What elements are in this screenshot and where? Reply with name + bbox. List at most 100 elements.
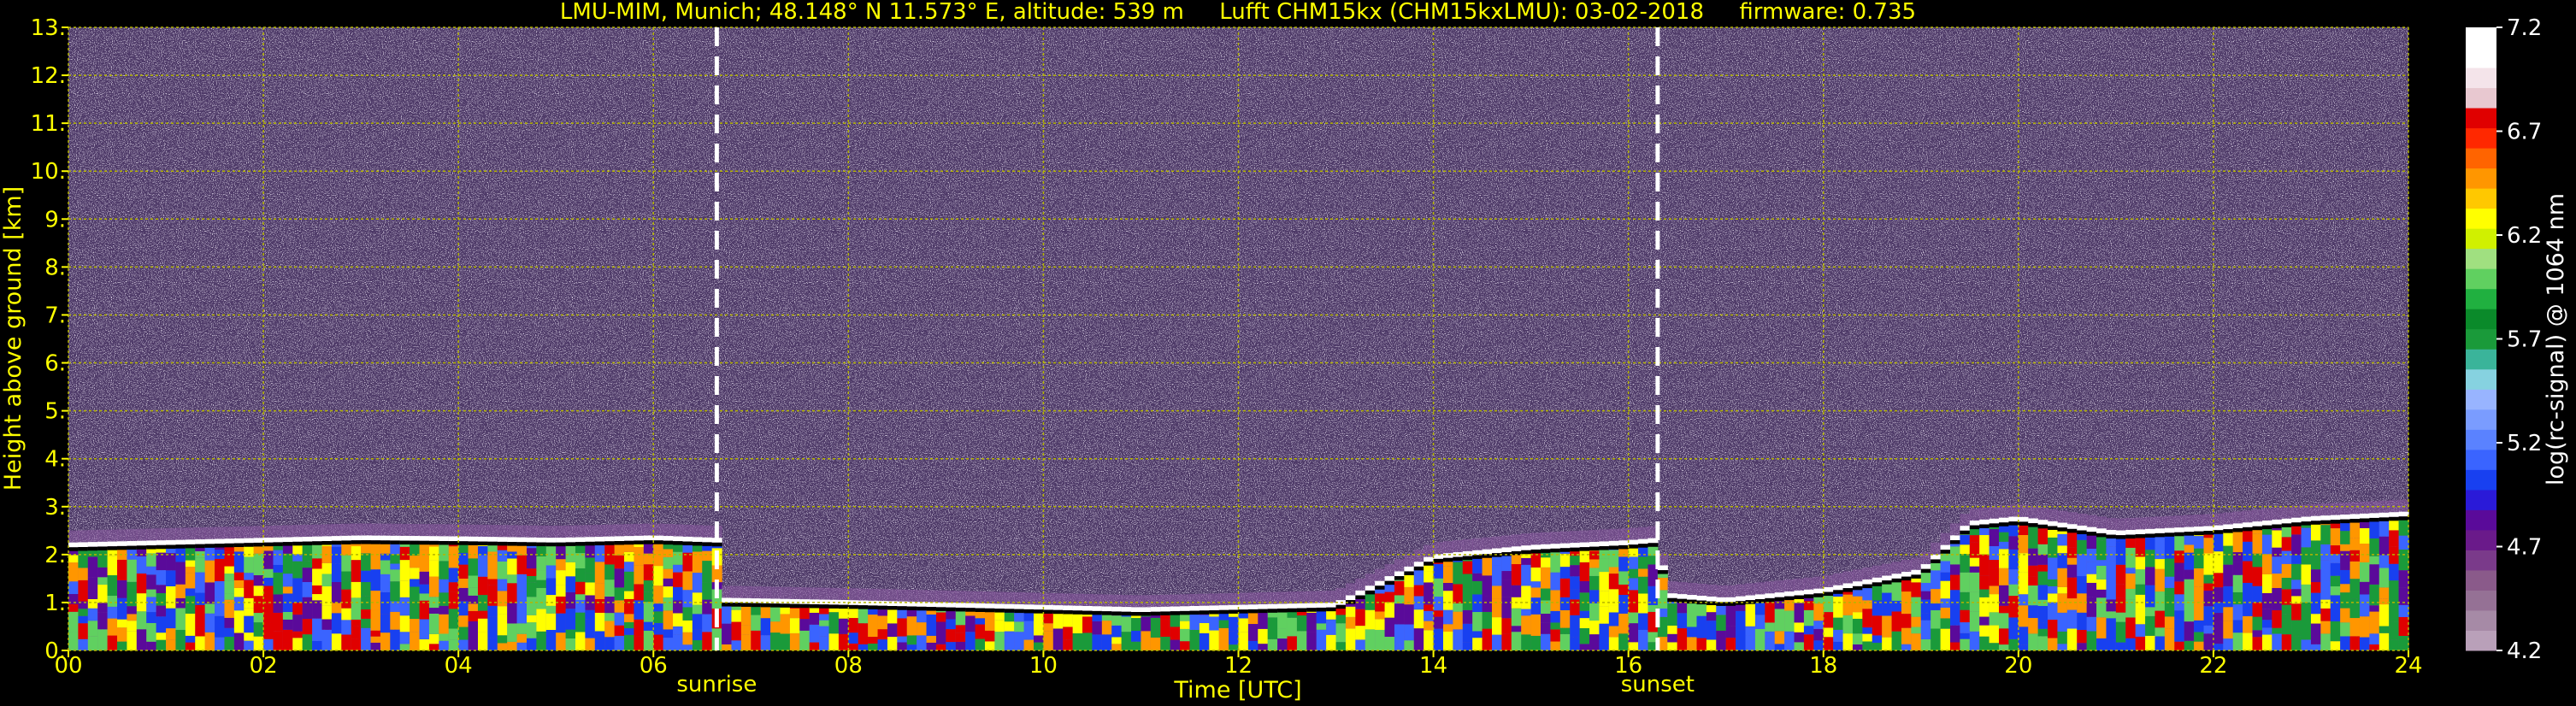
aerosol-cell xyxy=(1472,638,1483,650)
aerosol-cell xyxy=(926,614,937,636)
aerosol-cell xyxy=(419,639,430,650)
aerosol-cell xyxy=(906,616,917,636)
aerosol-cell xyxy=(789,608,800,619)
aerosol-cell xyxy=(2223,564,2234,586)
aerosol-cell xyxy=(410,556,421,568)
layer-top-edge xyxy=(643,535,654,541)
y-tick-label: 5. xyxy=(44,399,66,425)
aerosol-cell xyxy=(906,644,917,650)
aerosol-cell xyxy=(1794,603,1805,623)
layer-top-edge xyxy=(166,539,177,545)
aerosol-cell xyxy=(1784,610,1795,632)
aerosol-cell xyxy=(2077,539,2088,555)
aerosol-cell xyxy=(1082,616,1093,633)
layer-top-shadow xyxy=(136,545,147,550)
aerosol-cell xyxy=(2398,549,2409,571)
aerosol-cell xyxy=(673,564,684,573)
aerosol-cell xyxy=(312,585,323,595)
aerosol-cell xyxy=(2291,636,2302,650)
aerosol-cell xyxy=(2243,529,2254,542)
aerosol-cell xyxy=(536,580,547,588)
aerosol-cell xyxy=(2194,641,2205,650)
y-tick-label: 1. xyxy=(44,591,66,616)
aerosol-cell xyxy=(2028,527,2039,549)
layer-top-edge xyxy=(955,603,966,608)
aerosol-cell xyxy=(2203,625,2214,634)
layer-top-edge xyxy=(1667,593,1678,598)
aerosol-cell xyxy=(2018,627,2029,645)
aerosol-cell xyxy=(955,625,966,633)
aerosol-cell xyxy=(1355,597,1366,609)
aerosol-cell xyxy=(428,576,439,597)
aerosol-cell xyxy=(2359,581,2370,595)
aerosol-cell xyxy=(215,558,226,581)
aerosol-cell xyxy=(2028,548,2039,566)
aerosol-cell xyxy=(399,632,410,644)
colorbar-segment xyxy=(2466,309,2496,330)
layer-top-shadow xyxy=(1063,610,1074,615)
aerosol-cell xyxy=(935,612,946,622)
aerosol-cell xyxy=(244,608,255,616)
layer-top-shadow xyxy=(2028,523,2039,527)
aerosol-cell xyxy=(497,614,508,636)
aerosol-cell xyxy=(2232,632,2243,650)
aerosol-cell xyxy=(799,606,811,620)
aerosol-cell xyxy=(1092,621,1103,635)
aerosol-cell xyxy=(2135,594,2146,609)
aerosol-cell xyxy=(1969,572,1980,592)
aerosol-cell xyxy=(868,643,879,650)
layer-top-edge xyxy=(1882,575,1893,581)
aerosol-cell xyxy=(1394,580,1405,596)
layer-top-edge xyxy=(2145,528,2156,534)
aerosol-cell xyxy=(1852,596,1863,613)
aerosol-cell xyxy=(146,641,157,650)
layer-top-edge xyxy=(2115,530,2126,536)
aerosol-cell xyxy=(1989,594,2000,613)
layer-top-shadow xyxy=(740,603,752,607)
aerosol-cell xyxy=(458,601,469,616)
aerosol-cell xyxy=(1541,633,1552,650)
aerosol-cell xyxy=(2077,612,2088,630)
layer-top-edge xyxy=(2261,521,2272,526)
aerosol-cell xyxy=(1530,567,1541,582)
aerosol-cell xyxy=(468,587,479,596)
aerosol-cell xyxy=(1589,621,1600,635)
layer-top-shadow xyxy=(848,604,859,609)
aerosol-cell xyxy=(955,632,966,642)
aerosol-cell xyxy=(1599,572,1610,591)
layer-top-shadow xyxy=(819,604,830,609)
aerosol-cell xyxy=(2369,538,2380,556)
aerosol-cell xyxy=(1842,594,1854,615)
layer-top-edge xyxy=(789,598,800,604)
aerosol-cell xyxy=(146,553,157,567)
layer-top-shadow xyxy=(215,544,226,548)
aerosol-cell xyxy=(390,569,401,582)
aerosol-cell xyxy=(1150,637,1161,650)
aerosol-cell xyxy=(2261,620,2272,628)
layer-top-edge xyxy=(1170,606,1181,612)
aerosol-cell xyxy=(1492,634,1503,650)
aerosol-cell xyxy=(341,571,352,581)
layer-top-shadow xyxy=(507,542,518,546)
aerosol-cell xyxy=(1628,623,1639,643)
aerosol-cell xyxy=(1559,553,1571,568)
colorbar-segment xyxy=(2466,449,2496,470)
layer-top-edge xyxy=(224,538,235,544)
aerosol-cell xyxy=(1111,625,1123,638)
aerosol-cell xyxy=(2291,563,2302,580)
aerosol-cell xyxy=(1501,618,1512,634)
layer-top-edge xyxy=(1521,545,1532,550)
aerosol-cell xyxy=(410,632,421,650)
aerosol-cell xyxy=(253,575,264,586)
aerosol-cell xyxy=(468,610,479,621)
aerosol-cell xyxy=(1706,621,1717,640)
aerosol-cell xyxy=(341,589,352,609)
aerosol-cell xyxy=(215,580,226,597)
aerosol-cell xyxy=(673,613,684,627)
aerosol-cell xyxy=(1034,635,1045,643)
x-tick-label: 02 xyxy=(250,653,278,679)
aerosol-cell xyxy=(2243,601,2254,616)
aerosol-cell xyxy=(1999,605,2010,614)
layer-top-edge xyxy=(1326,603,1337,608)
aerosol-cell xyxy=(156,639,167,650)
